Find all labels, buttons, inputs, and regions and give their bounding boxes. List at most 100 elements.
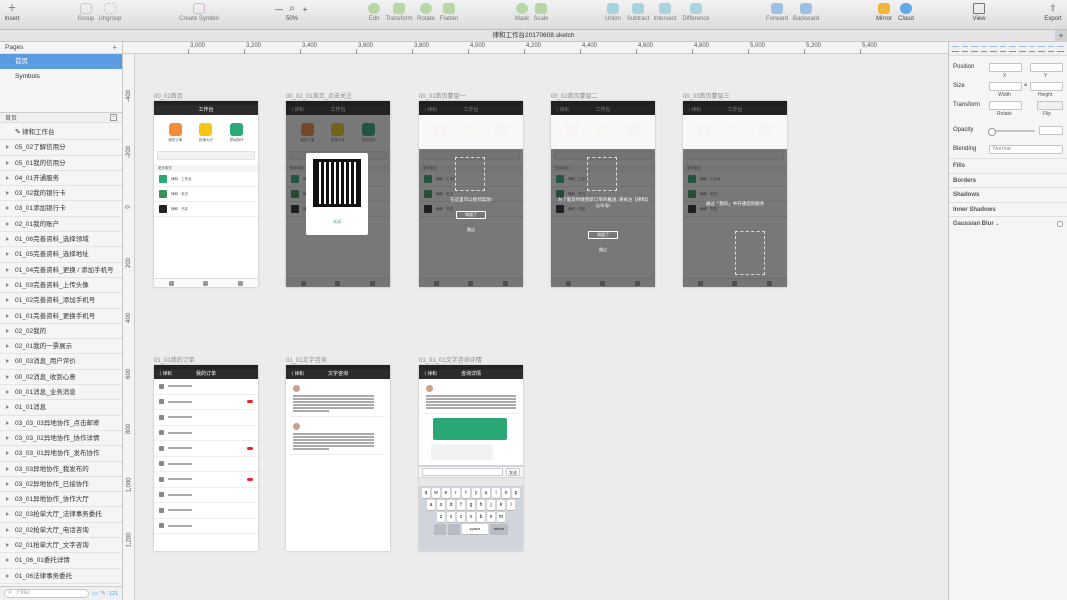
key-v[interactable]: v — [467, 512, 475, 522]
y-field[interactable] — [1030, 63, 1063, 72]
layer-item-artboard[interactable]: 03_03_01异地协作_发布协作 — [0, 446, 122, 462]
layer-item-artboard[interactable]: 01_05完善资料_选择地址 — [0, 247, 122, 263]
slice-icon[interactable]: ▭ — [92, 590, 98, 597]
inner-shadows-section[interactable]: Inner Shadows — [949, 201, 1067, 217]
tab-icon[interactable] — [238, 280, 244, 286]
height-field[interactable] — [1030, 82, 1063, 91]
skip-link[interactable]: 跳过 — [419, 227, 523, 233]
collapse-layers-button[interactable]: − — [110, 114, 117, 121]
key-t[interactable]: t — [462, 488, 470, 498]
key-x[interactable]: x — [447, 512, 455, 522]
layer-item-artboard[interactable]: 02_02抢单大厅_电话咨询 — [0, 523, 122, 539]
align-right-icon[interactable] — [971, 45, 978, 52]
insert-button[interactable]: ＋ Insert — [0, 3, 32, 23]
key-m[interactable]: m — [497, 512, 505, 522]
close-dialog-button[interactable]: 关闭 — [306, 219, 368, 225]
key-l[interactable]: l — [507, 500, 515, 510]
consult-message[interactable] — [290, 420, 386, 455]
create-symbol-button[interactable]: Create Symbol — [179, 3, 219, 22]
service-item[interactable]: 律和 · 工作台 — [154, 172, 258, 187]
send-button[interactable]: 发送 — [506, 468, 520, 476]
home-entry[interactable]: 我的订单 — [168, 123, 182, 143]
horizontal-ruler[interactable]: 3,000 3,200 3,400 3,600 3,800 4,000 4,200 4,400… — [123, 42, 948, 54]
artboard[interactable]: 我的订单 〈 律和 — [154, 365, 258, 551]
home-entry[interactable]: 异地协作 — [230, 123, 244, 143]
opacity-slider[interactable] — [988, 127, 1035, 136]
layer-item-artboard[interactable]: 05_01我的信用分 — [0, 156, 122, 171]
filter-input[interactable]: Filter — [4, 589, 90, 598]
distribute-v-icon[interactable] — [1019, 45, 1026, 52]
blending-select[interactable]: Normal — [989, 145, 1063, 154]
lock-icon[interactable]: 🔒︎ — [1024, 82, 1027, 89]
artboard-label[interactable]: 00_02首页 — [154, 91, 183, 100]
smart-distribute-icon[interactable] — [1038, 45, 1045, 52]
width-field[interactable] — [989, 82, 1022, 91]
key-h[interactable]: h — [477, 500, 485, 510]
order-list-item[interactable] — [154, 379, 258, 395]
layer-item-artboard[interactable]: 03_01异地协作_协作大厅 — [0, 492, 122, 508]
x-field[interactable] — [989, 63, 1022, 72]
distribute-h-icon[interactable] — [980, 45, 988, 52]
back-button[interactable]: 〈 律和 — [289, 369, 304, 379]
blur-toggle[interactable] — [1057, 221, 1063, 227]
align-center-icon[interactable] — [961, 45, 969, 52]
tidy-icon[interactable] — [1028, 45, 1036, 52]
view-button[interactable]: View — [959, 3, 999, 22]
vertical-ruler[interactable]: -400 -200 0 200 400 600 800 1,000 1,200 — [123, 54, 135, 600]
key-a[interactable]: a — [427, 500, 435, 510]
align-bottom-icon[interactable] — [1009, 45, 1017, 52]
key-e[interactable]: e — [442, 488, 450, 498]
artboard-label[interactable]: 00_02_01首页_点击关注 — [286, 91, 352, 100]
order-list-item[interactable] — [154, 410, 258, 426]
artboard[interactable]: 工作台〈 律和我的订单抢单大厅异地协作更多服务律和 · 工作台律和 · 老白律和… — [683, 101, 787, 287]
artboard-label[interactable]: 00_03首页蒙层三 — [683, 91, 730, 100]
scale-button[interactable]: Scale — [521, 3, 561, 22]
key-y[interactable]: y — [472, 488, 480, 498]
key-g[interactable]: g — [467, 500, 475, 510]
align-top-icon[interactable] — [990, 45, 997, 52]
order-list-item[interactable] — [154, 395, 258, 410]
layer-item-artboard[interactable]: 05_02了解信用分 — [0, 140, 122, 156]
layer-item-artboard[interactable]: 00_01消息_业务消息 — [0, 385, 122, 401]
align-left-icon[interactable] — [952, 45, 959, 52]
order-list-item[interactable] — [154, 472, 258, 488]
order-list-item[interactable] — [154, 457, 258, 472]
key-k[interactable]: k — [497, 500, 505, 510]
fills-section[interactable]: Fills — [949, 158, 1067, 173]
order-list-item[interactable] — [154, 503, 258, 519]
layer-item-artboard[interactable]: 01_02完善资料_添加手机号 — [0, 293, 122, 309]
key-r[interactable]: r — [452, 488, 460, 498]
layer-item-artboard[interactable]: 04_01开通服务 — [0, 171, 122, 187]
artboard[interactable]: 工作台〈 律和我的订单抢单大厅异地协作更多服务律和 · 工作台律和 · 老白律和… — [286, 101, 390, 287]
align-middle-icon[interactable] — [999, 45, 1007, 52]
layer-item-artboard[interactable]: 03_03_02异地协作_协作详情 — [0, 431, 122, 447]
layer-item-artboard[interactable]: 02_02我的 — [0, 324, 122, 340]
skip-link[interactable]: 跳过 — [551, 247, 655, 253]
flatten-button[interactable]: Flatten — [429, 3, 469, 22]
layer-item-artboard[interactable]: 03_03_03异地协作_点击邮寄 — [0, 416, 122, 431]
service-item[interactable]: 律和 · 书店 — [154, 202, 258, 217]
layer-item-artboard[interactable]: 03_01添加银行卡 — [0, 201, 122, 217]
shadows-section[interactable]: Shadows — [949, 187, 1067, 202]
key-space[interactable]: space — [462, 524, 488, 534]
add-page-button[interactable]: + — [112, 43, 117, 52]
gaussian-blur-section[interactable]: Gaussian Blur ⌄ — [949, 216, 1067, 231]
key-q[interactable]: q — [422, 488, 430, 498]
message-input[interactable] — [422, 468, 503, 476]
artboard-label[interactable]: 01_01_01文字咨询详情 — [419, 355, 482, 364]
ungroup-button[interactable]: Ungroup — [90, 3, 130, 22]
order-list-item[interactable] — [154, 519, 258, 534]
service-item[interactable]: 律和 · 老白 — [154, 187, 258, 202]
difference-button[interactable]: Difference — [676, 3, 716, 22]
order-list-item[interactable] — [154, 488, 258, 503]
key-b[interactable]: b — [477, 512, 485, 522]
layer-item-artboard[interactable]: 01_06_01委托详情 — [0, 553, 122, 569]
layer-item-artboard[interactable]: 03_02异地协作_已接协作 — [0, 477, 122, 493]
layer-item-artboard[interactable]: 01_01消息 — [0, 400, 122, 416]
key-c[interactable]: c — [457, 512, 465, 522]
layer-item-artboard[interactable]: 01_01完善资料_更换手机号 — [0, 309, 122, 324]
artboard[interactable]: 工作台 我的订单 抢单大厅 异地协作 更多服务 律和 · 工作台 律和 · 老白 律和 · 书… — [154, 101, 258, 287]
layer-item-artboard[interactable]: 01_03完善资料_上传头像 — [0, 278, 122, 294]
match-width-icon[interactable] — [1047, 45, 1055, 52]
layer-item-artboard[interactable]: 00_02消息_收到心意 — [0, 370, 122, 386]
